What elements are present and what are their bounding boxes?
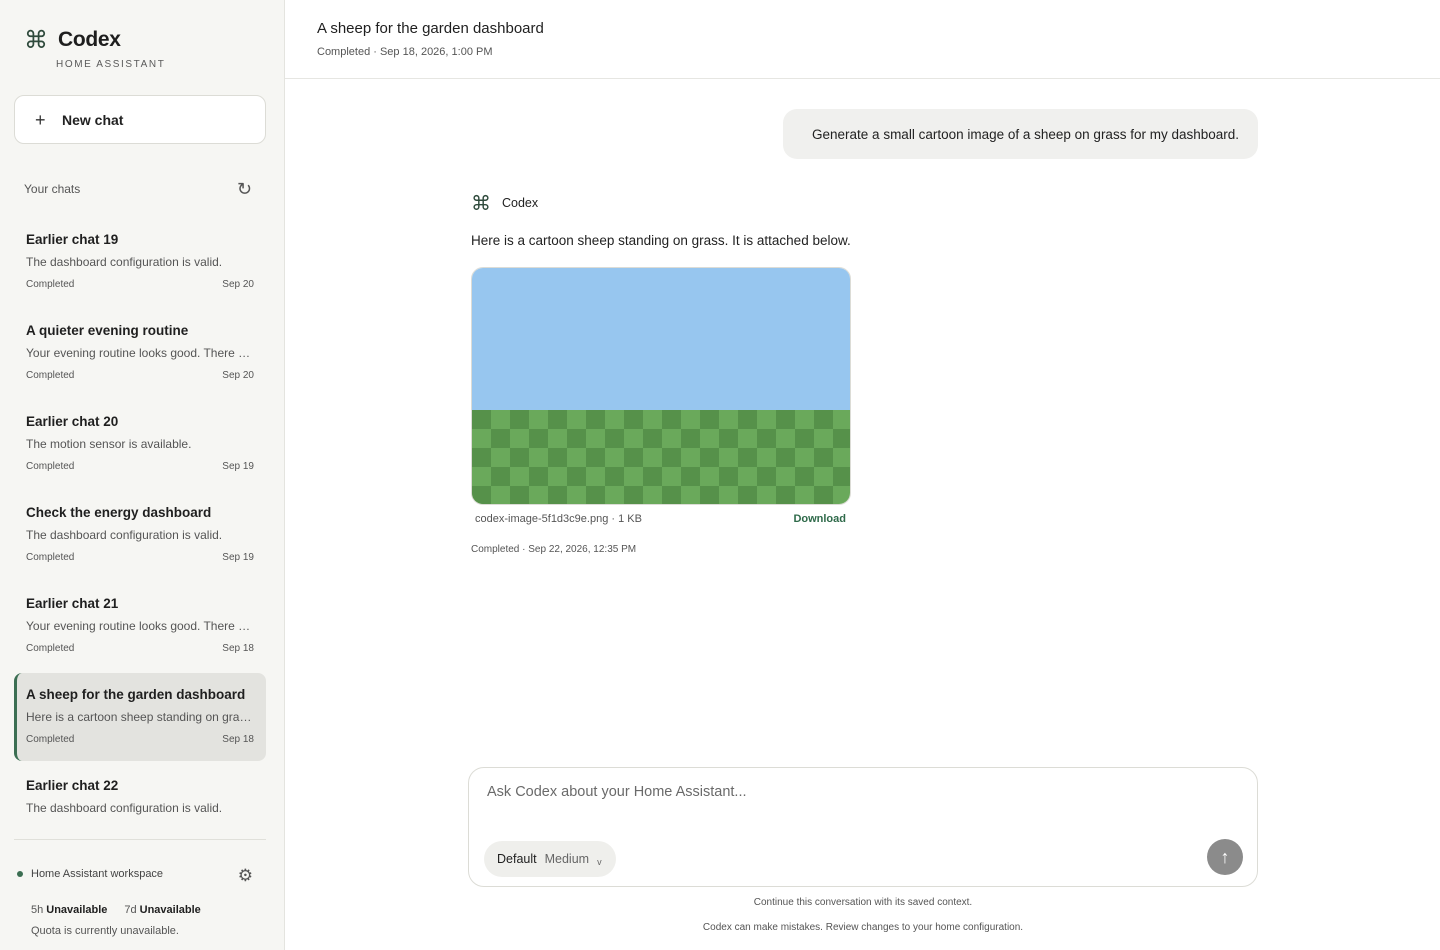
chat-date: Sep 18: [222, 643, 254, 654]
chat-title: Earlier chat 22: [26, 778, 119, 793]
chat-snippet: The dashboard configuration is valid.: [26, 528, 223, 542]
model-selector[interactable]: Default Medium v: [484, 841, 616, 877]
chat-title: Check the energy dashboard: [26, 505, 212, 520]
message-input[interactable]: [487, 784, 1187, 800]
quota-7d-value: Unavailable: [139, 904, 201, 916]
assistant-name: Codex: [502, 196, 539, 210]
disclaimer: Codex can make mistakes. Review changes …: [702, 922, 1024, 933]
send-button[interactable]: ↑: [1207, 839, 1243, 875]
conversation-title: A sheep for the garden dashboard: [317, 20, 544, 37]
message-status: Completed · Sep 22, 2026, 12:35 PM: [471, 544, 637, 555]
chat-item[interactable]: Check the energy dashboard The dashboard…: [14, 491, 266, 579]
model-effort: Medium: [544, 852, 590, 866]
workspace-row: Home Assistant workspace ⚙: [17, 866, 257, 885]
chat-title: Earlier chat 21: [26, 596, 119, 611]
quota-row: 5h Unavailable 7d Unavailable: [31, 904, 201, 916]
chats-header-label: Your chats: [24, 182, 81, 196]
sidebar: ⌘ Codex HOME ASSISTANT + New chat Your c…: [0, 0, 285, 950]
chat-date: Sep 19: [222, 461, 254, 472]
chat-status: Completed: [26, 734, 75, 745]
quota-note: Quota is currently unavailable.: [31, 925, 179, 937]
chat-status: Completed: [26, 370, 75, 381]
attachment-file-name: codex-image-5f1d3c9e.png · 1 KB: [475, 513, 642, 525]
refresh-icon[interactable]: ↻: [237, 180, 252, 198]
sky-area: [472, 268, 850, 410]
chat-title: Earlier chat 20: [26, 414, 119, 429]
chat-date: Sep 19: [222, 552, 254, 563]
quota-5h-value: Unavailable: [46, 904, 108, 916]
chat-item[interactable]: Earlier chat 20 The motion sensor is ava…: [14, 400, 266, 488]
chat-snippet: Your evening routine looks good. There a…: [26, 346, 254, 360]
chat-item-active[interactable]: A sheep for the garden dashboard Here is…: [14, 673, 266, 761]
quota-7d-label: 7d: [124, 904, 137, 916]
chat-date: Sep 20: [222, 279, 254, 290]
attachment-row: codex-image-5f1d3c9e.png · 1 KB Download: [475, 513, 846, 525]
assistant-header: ⌘ Codex: [471, 193, 538, 213]
user-message: Generate a small cartoon image of a shee…: [783, 109, 1258, 159]
brand: ⌘ Codex: [24, 28, 121, 52]
conversation-subtitle: Completed · Sep 18, 2026, 1:00 PM: [317, 46, 493, 58]
status-dot-icon: [17, 871, 23, 877]
chat-status: Completed: [26, 461, 75, 472]
chats-header: Your chats ↻: [24, 180, 252, 198]
generated-image[interactable]: [471, 267, 851, 505]
assistant-message: Here is a cartoon sheep standing on gras…: [471, 233, 851, 248]
chat-list: Earlier chat 19 The dashboard configurat…: [14, 218, 266, 827]
model-mode: Default: [497, 852, 537, 866]
conversation-header: A sheep for the garden dashboard Complet…: [285, 0, 1440, 79]
chat-item[interactable]: Earlier chat 19 The dashboard configurat…: [14, 218, 266, 306]
brand-name: Codex: [58, 28, 121, 51]
chevron-down-icon: v: [597, 857, 602, 867]
chat-status: Completed: [26, 643, 75, 654]
download-link[interactable]: Download: [793, 513, 846, 525]
command-icon: ⌘: [471, 191, 491, 215]
chat-item[interactable]: A quieter evening routine Your evening r…: [14, 309, 266, 397]
main-panel: A sheep for the garden dashboard Complet…: [285, 0, 1440, 950]
chat-title: Earlier chat 19: [26, 232, 119, 247]
chat-snippet: The dashboard configuration is valid.: [26, 801, 223, 815]
command-icon: ⌘: [24, 26, 48, 54]
sheep-image-canvas: [472, 268, 850, 504]
chat-item[interactable]: Earlier chat 21 Your evening routine loo…: [14, 582, 266, 670]
quota-5h-label: 5h: [31, 904, 44, 916]
chat-snippet: The motion sensor is available.: [26, 437, 192, 451]
sidebar-divider: [14, 839, 266, 840]
chat-title: A sheep for the garden dashboard: [26, 687, 246, 702]
chat-title: A quieter evening routine: [26, 323, 189, 338]
chat-status: Completed: [26, 552, 75, 563]
new-chat-button[interactable]: + New chat: [14, 95, 266, 144]
chat-date: Sep 18: [222, 734, 254, 745]
arrow-up-icon: ↑: [1220, 846, 1230, 867]
gear-icon[interactable]: ⚙: [238, 866, 253, 886]
composer: Default Medium v ↑: [468, 767, 1258, 887]
plus-icon: +: [35, 109, 46, 130]
new-chat-label: New chat: [62, 111, 124, 128]
chat-item[interactable]: Earlier chat 22 The dashboard configurat…: [14, 764, 266, 824]
chat-snippet: Your evening routine looks good. There a…: [26, 619, 254, 633]
composer-hint: Continue this conversation with its save…: [753, 897, 973, 908]
chat-snippet: The dashboard configuration is valid.: [26, 255, 223, 269]
chat-snippet: Here is a cartoon sheep standing on gras…: [26, 710, 254, 724]
chat-date: Sep 20: [222, 370, 254, 381]
chat-status: Completed: [26, 279, 75, 290]
workspace-label: Home Assistant workspace: [31, 868, 164, 880]
brand-subtitle: HOME ASSISTANT: [56, 59, 166, 70]
